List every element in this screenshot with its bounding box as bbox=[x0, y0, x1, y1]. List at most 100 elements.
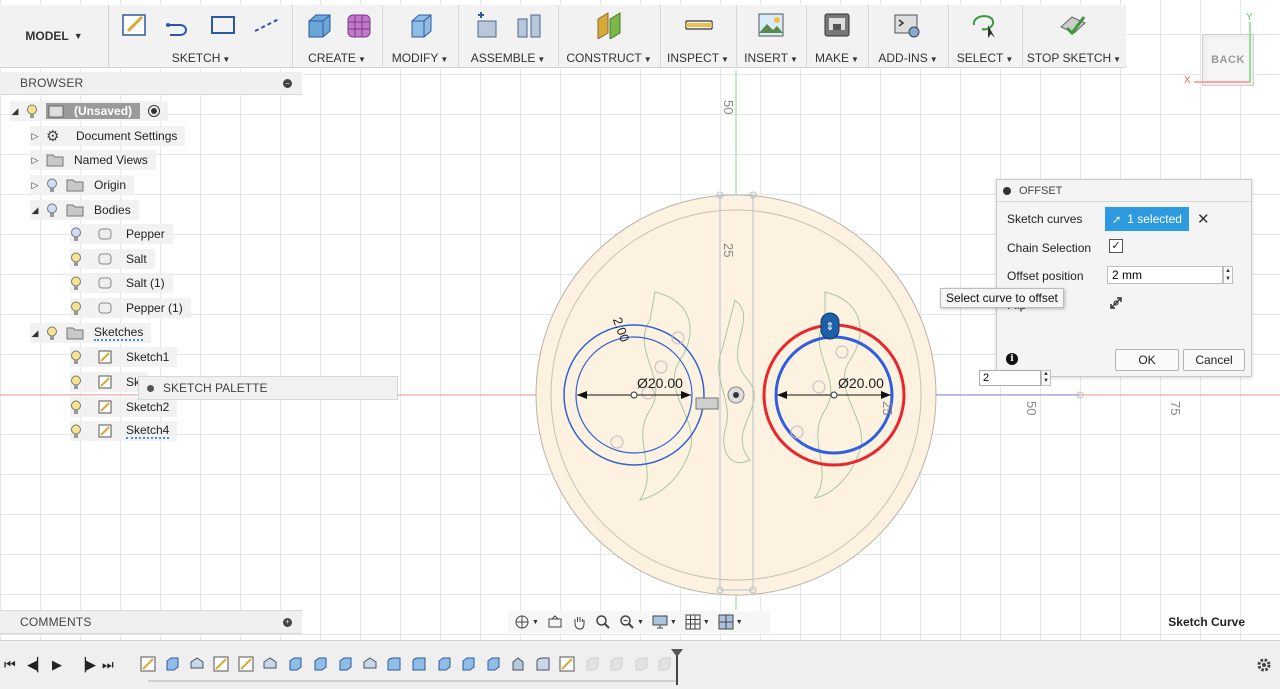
scripts-addins-icon[interactable] bbox=[892, 11, 922, 39]
offset-plane-icon[interactable] bbox=[594, 11, 624, 39]
expand-arrow-icon[interactable]: ▷ bbox=[30, 131, 40, 142]
ok-button[interactable]: OK bbox=[1115, 349, 1179, 371]
timeline-feature-icon[interactable] bbox=[262, 656, 278, 672]
timeline-feature-icon[interactable] bbox=[362, 656, 378, 672]
workspace-switcher[interactable]: MODEL ▼ bbox=[0, 5, 109, 67]
visibility-bulb-icon[interactable] bbox=[70, 227, 82, 242]
cancel-button[interactable]: Cancel bbox=[1183, 349, 1245, 371]
timeline-suppressed-icon[interactable] bbox=[608, 656, 624, 672]
visibility-bulb-icon[interactable] bbox=[46, 203, 58, 218]
browser-item-named-views[interactable]: ▷ Named Views bbox=[30, 150, 156, 170]
visibility-bulb-icon[interactable] bbox=[70, 276, 82, 291]
browser-item-body-pepper[interactable]: Pepper bbox=[70, 224, 173, 244]
toolbar-group-modify[interactable]: MODIFY ▼ bbox=[382, 5, 459, 67]
timeline-revolve-icon[interactable] bbox=[510, 656, 526, 672]
caret-down-icon[interactable]: ▼ bbox=[703, 619, 710, 626]
inline-offset-input[interactable] bbox=[979, 370, 1041, 386]
comments-panel-header[interactable]: COMMENTS + bbox=[0, 610, 302, 634]
toolbar-group-sketch[interactable]: SKETCH ▼ bbox=[110, 5, 293, 67]
expand-arrow-icon[interactable]: ▷ bbox=[30, 155, 40, 166]
browser-item-body-salt-1[interactable]: Salt (1) bbox=[70, 273, 173, 293]
browser-item-bodies[interactable]: ◢ Bodies bbox=[30, 200, 139, 220]
pan-hand-icon[interactable] bbox=[571, 614, 587, 630]
visibility-bulb-icon[interactable] bbox=[46, 326, 58, 341]
create-sketch-icon[interactable] bbox=[120, 11, 150, 39]
sketch-curves-selection-button[interactable]: ➚ 1 selected bbox=[1105, 207, 1189, 231]
collapse-dialog-icon[interactable] bbox=[1003, 186, 1011, 195]
caret-down-icon[interactable]: ▼ bbox=[532, 619, 539, 626]
fit-icon[interactable] bbox=[619, 614, 635, 630]
active-radio-icon[interactable] bbox=[148, 105, 161, 117]
press-pull-icon[interactable] bbox=[406, 11, 436, 39]
toolbar-group-stop-sketch[interactable]: STOP SKETCH ▼ bbox=[1022, 5, 1126, 67]
zoom-icon[interactable] bbox=[595, 614, 611, 630]
look-at-icon[interactable] bbox=[547, 614, 563, 630]
browser-item-sketch3[interactable]: Sk bbox=[70, 372, 149, 392]
offset-position-input[interactable] bbox=[1107, 266, 1223, 284]
visibility-bulb-icon[interactable] bbox=[70, 375, 82, 390]
toolbar-group-assemble[interactable]: ASSEMBLE ▼ bbox=[458, 5, 559, 67]
select-lasso-icon[interactable] bbox=[968, 11, 998, 39]
go-to-end-icon[interactable]: ⏭ bbox=[102, 657, 114, 673]
3d-print-icon[interactable] bbox=[822, 11, 852, 39]
grid-settings-icon[interactable] bbox=[685, 614, 701, 630]
line-tool-icon[interactable] bbox=[164, 11, 194, 39]
toolbar-group-select[interactable]: SELECT ▼ bbox=[948, 5, 1023, 67]
step-forward-icon[interactable]: ▕▶ bbox=[76, 657, 96, 673]
gear-icon[interactable] bbox=[1256, 657, 1272, 673]
visibility-bulb-icon[interactable] bbox=[46, 178, 58, 193]
timeline-sketch-icon[interactable] bbox=[213, 656, 229, 672]
toolbar-group-create[interactable]: CREATE ▼ bbox=[292, 5, 383, 67]
timeline-fillet-icon[interactable] bbox=[535, 656, 551, 672]
collapse-panel-icon[interactable]: – bbox=[283, 78, 292, 88]
viewports-icon[interactable] bbox=[718, 614, 734, 630]
play-icon[interactable]: ▶ bbox=[52, 657, 62, 673]
step-back-icon[interactable]: ◀▏ bbox=[27, 657, 47, 673]
rectangle-tool-icon[interactable] bbox=[208, 11, 238, 39]
caret-down-icon[interactable]: ▼ bbox=[637, 619, 644, 626]
offset-dialog-header[interactable]: OFFSET bbox=[997, 180, 1251, 202]
visibility-bulb-icon[interactable] bbox=[26, 104, 38, 119]
timeline-fillet-icon[interactable] bbox=[386, 656, 402, 672]
timeline-suppressed-icon[interactable] bbox=[633, 656, 649, 672]
timeline-suppressed-icon[interactable] bbox=[584, 656, 600, 672]
offset-stepper[interactable]: ▲ ▼ bbox=[1223, 266, 1233, 284]
toolbar-group-addins[interactable]: ADD-INS ▼ bbox=[868, 5, 949, 67]
toolbar-group-make[interactable]: MAKE ▼ bbox=[806, 5, 869, 67]
inline-offset-stepper[interactable]: ▲ ▼ bbox=[1041, 370, 1051, 386]
caret-down-icon[interactable]: ▼ bbox=[736, 619, 743, 626]
browser-item-document-settings[interactable]: ▷ ⚙ Document Settings bbox=[30, 126, 186, 146]
measure-icon[interactable] bbox=[684, 11, 714, 39]
toolbar-group-insert[interactable]: INSERT ▼ bbox=[736, 5, 807, 67]
add-comment-icon[interactable]: + bbox=[283, 617, 292, 627]
visibility-bulb-icon[interactable] bbox=[70, 350, 82, 365]
visibility-bulb-icon[interactable] bbox=[70, 301, 82, 316]
browser-item-body-pepper-1[interactable]: Pepper (1) bbox=[70, 298, 191, 318]
browser-item-sketch4[interactable]: Sketch4 bbox=[70, 421, 178, 441]
sketch-palette-header[interactable]: SKETCH PALETTE bbox=[138, 376, 398, 400]
stop-sketch-icon[interactable] bbox=[1058, 11, 1088, 39]
info-icon[interactable]: i bbox=[1006, 353, 1018, 365]
timeline-extrude-icon[interactable] bbox=[337, 656, 353, 672]
expand-arrow-icon[interactable]: ◢ bbox=[30, 328, 40, 339]
insert-image-icon[interactable] bbox=[756, 11, 786, 39]
timeline-extrude-icon[interactable] bbox=[164, 656, 180, 672]
browser-panel-header[interactable]: BROWSER – bbox=[0, 72, 302, 95]
timeline-extrude-icon[interactable] bbox=[485, 656, 501, 672]
flip-icon[interactable] bbox=[1109, 296, 1123, 310]
visibility-bulb-icon[interactable] bbox=[70, 252, 82, 267]
clear-selection-icon[interactable]: ✕ bbox=[1197, 210, 1210, 228]
timeline-sketch-icon[interactable] bbox=[559, 656, 575, 672]
expand-arrow-icon[interactable]: ◢ bbox=[10, 106, 20, 117]
chain-selection-checkbox[interactable]: ✓ bbox=[1109, 239, 1123, 253]
timeline-extrude-icon[interactable] bbox=[436, 656, 452, 672]
timeline-extrude-icon[interactable] bbox=[460, 656, 476, 672]
caret-down-icon[interactable]: ▼ bbox=[670, 619, 677, 626]
timeline-marker[interactable] bbox=[671, 649, 683, 685]
display-settings-icon[interactable] bbox=[652, 614, 668, 630]
timeline-extrude-icon[interactable] bbox=[312, 656, 328, 672]
joint-icon[interactable] bbox=[514, 11, 544, 39]
orbit-icon[interactable] bbox=[514, 614, 530, 630]
go-to-start-icon[interactable]: ⏮ bbox=[4, 657, 16, 673]
browser-item-sketch1[interactable]: Sketch1 bbox=[70, 347, 178, 367]
